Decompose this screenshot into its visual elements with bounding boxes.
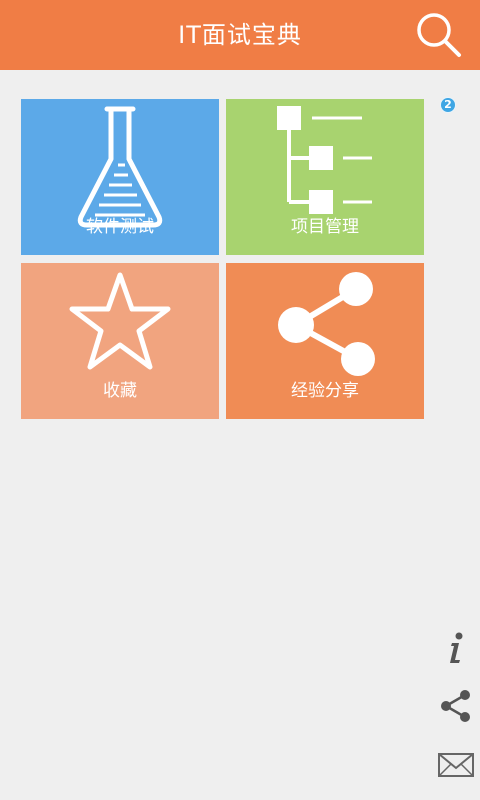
header-bar: IT面试宝典: [0, 0, 480, 70]
app-title: IT面试宝典: [178, 21, 302, 49]
tile-experience-sharing[interactable]: 经验分享: [226, 263, 424, 419]
tile-favorites[interactable]: 收藏: [21, 263, 219, 419]
search-icon: [417, 13, 461, 57]
tile-software-testing[interactable]: 软件测试: [21, 99, 219, 255]
share-action-button[interactable]: [438, 688, 474, 724]
search-button[interactable]: [414, 10, 466, 60]
info-icon: [450, 632, 463, 663]
tile-project-management[interactable]: 项目管理: [226, 99, 424, 255]
notification-badge[interactable]: 2: [440, 97, 456, 113]
mail-icon: [438, 753, 474, 777]
tile-label: 收藏: [103, 381, 137, 401]
tile-label: 项目管理: [291, 217, 359, 237]
tile-label: 经验分享: [291, 381, 359, 401]
mail-button[interactable]: [438, 748, 474, 784]
share-icon: [441, 690, 470, 722]
info-button[interactable]: [438, 630, 474, 666]
tile-label: 软件测试: [86, 217, 154, 237]
